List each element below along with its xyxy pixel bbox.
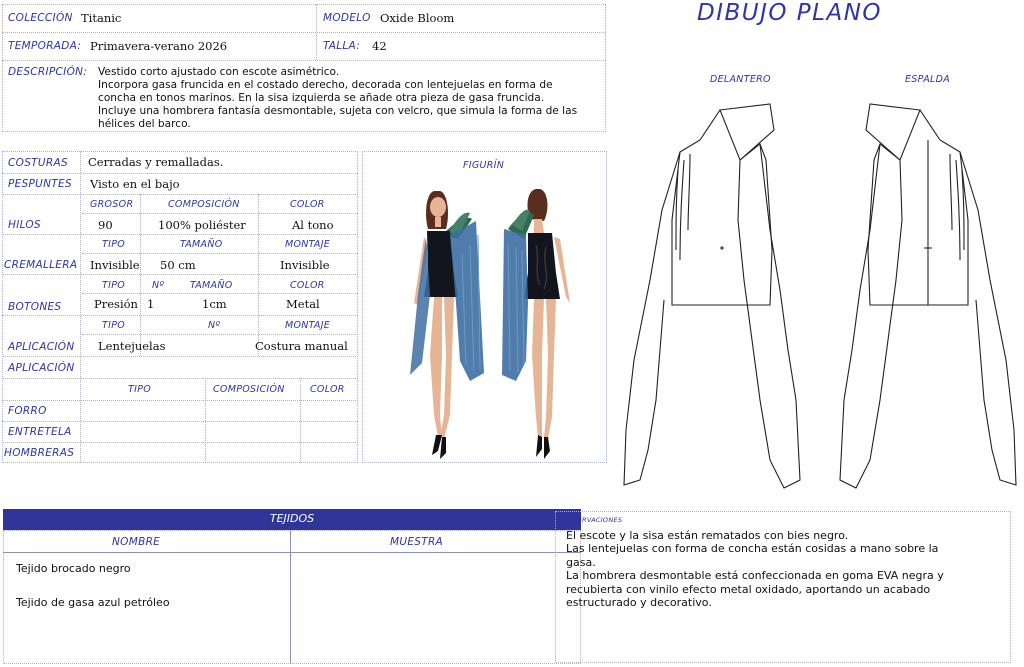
tejidos-title: TEJIDOS: [269, 512, 315, 525]
forros-header-tipo: TIPO: [128, 384, 152, 395]
aplicacion-label-2: APLICACIÓN: [8, 362, 75, 374]
flat-front-drawing: [623, 103, 801, 489]
hombreras-label: HOMBRERAS: [4, 447, 75, 459]
aplicacion-header-tipo: TIPO: [102, 320, 126, 331]
descripcion-label: DESCRIPCIÓN:: [8, 66, 88, 78]
cremallera-header-montaje: MONTAJE: [285, 239, 331, 250]
aplicacion-header-numero: Nº: [208, 320, 221, 331]
pespuntes-value: Visto en el bajo: [90, 177, 180, 191]
forro-label: FORRO: [8, 405, 47, 417]
figurin-back-illustration: [502, 189, 570, 459]
flat-back-drawing: [839, 103, 1017, 489]
aplicacion-tipo: Lentejuelas: [98, 339, 166, 353]
modelo-label: MODELO: [323, 12, 371, 24]
cremallera-header-tamano: TAMAÑO: [180, 239, 223, 250]
hilos-header-grosor: GROSOR: [90, 199, 134, 210]
temporada-value: Primavera-verano 2026: [90, 39, 228, 53]
costuras-label: COSTURAS: [8, 157, 68, 169]
botones-header-numero: Nº: [152, 280, 165, 291]
delantero-label: DELANTERO: [710, 74, 771, 85]
talla-label: TALLA:: [323, 40, 361, 52]
botones-tamano: 1cm: [202, 297, 227, 311]
hilos-header-composicion: COMPOSICIÓN: [168, 199, 240, 210]
forros-header-color: COLOR: [310, 384, 345, 395]
observaciones-label: OBSERVACIONES: [563, 516, 623, 524]
dibujo-plano-title: DIBUJO PLANO: [697, 0, 883, 26]
botones-header-color: COLOR: [290, 280, 325, 291]
tejidos-col-muestra: MUESTRA: [390, 536, 444, 548]
tejido-item-1: Tejido brocado negro: [16, 562, 131, 575]
observaciones-text: El escote y la sisa están rematados con …: [566, 529, 944, 610]
modelo-value: Oxide Bloom: [380, 11, 455, 25]
figurin-label: FIGURÍN: [463, 160, 505, 171]
aplicacion-header-montaje: MONTAJE: [285, 320, 331, 331]
hilos-grosor: 90: [98, 218, 113, 232]
hilos-label: HILOS: [8, 219, 41, 231]
botones-tipo: Presión: [94, 297, 138, 311]
descripcion-text: Vestido corto ajustado con escote asimét…: [98, 66, 578, 130]
talla-value: 42: [372, 39, 387, 53]
pespuntes-label: PESPUNTES: [8, 178, 72, 190]
coleccion-value: Titanic: [81, 11, 122, 25]
aplicacion-label: APLICACIÓN: [8, 341, 75, 353]
costuras-value: Cerradas y remalladas.: [88, 155, 224, 169]
botones-color: Metal: [286, 297, 320, 311]
coleccion-label: COLECCIÓN: [8, 12, 73, 24]
cremallera-tamano: 50 cm: [160, 258, 196, 272]
forros-header-composicion: COMPOSICIÓN: [213, 384, 285, 395]
cremallera-header-tipo: TIPO: [102, 239, 126, 250]
hilos-header-color: COLOR: [290, 199, 325, 210]
botones-label: BOTONES: [8, 301, 62, 313]
aplicacion-montaje: Costura manual: [255, 339, 348, 353]
temporada-label: TEMPORADA:: [8, 40, 82, 52]
botones-header-tipo: TIPO: [102, 280, 126, 291]
cremallera-montaje: Invisible: [280, 258, 330, 272]
botones-header-tamano: TAMAÑO: [190, 280, 233, 291]
cremallera-tipo: Invisible: [90, 258, 140, 272]
cremallera-label: CREMALLERA: [4, 259, 78, 271]
hilos-color: Al tono: [292, 218, 334, 232]
tejido-item-2: Tejido de gasa azul petróleo: [16, 596, 170, 609]
espalda-label: ESPALDA: [905, 74, 950, 85]
hilos-composicion: 100% poliéster: [158, 218, 246, 232]
figurin-front-illustration: [410, 191, 484, 459]
botones-numero: 1: [147, 297, 155, 311]
tejidos-col-nombre: NOMBRE: [112, 536, 161, 548]
entretela-label: ENTRETELA: [8, 426, 72, 438]
